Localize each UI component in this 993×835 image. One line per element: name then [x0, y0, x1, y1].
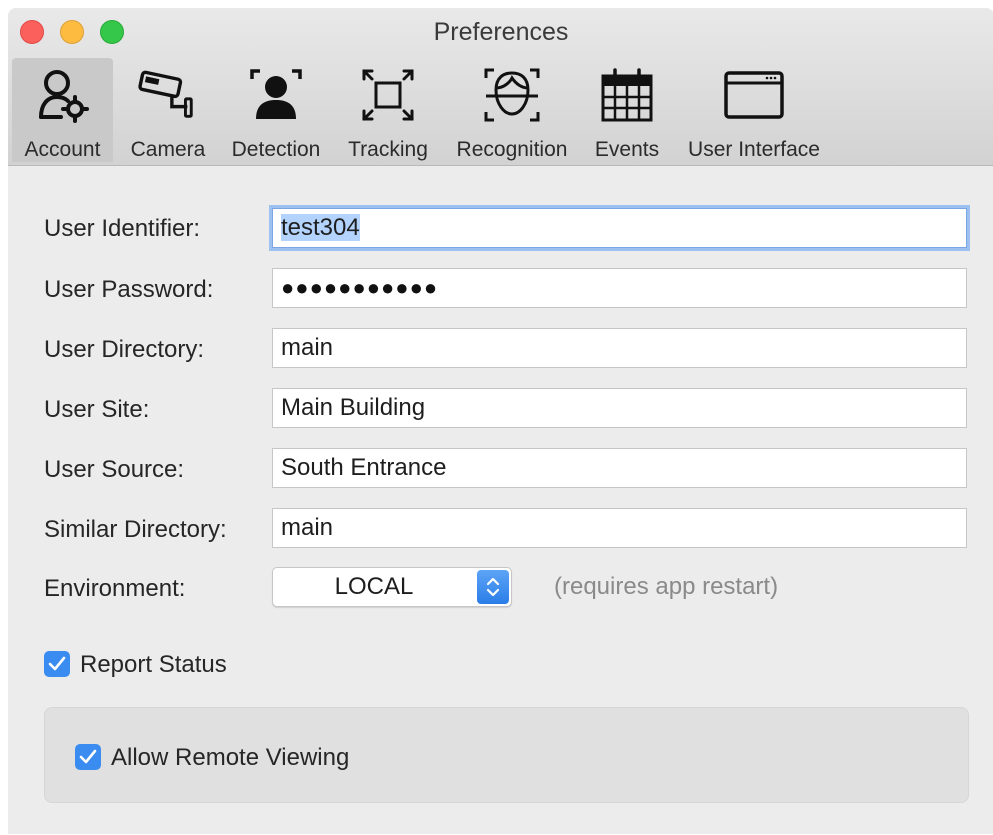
- allow-remote-viewing-label[interactable]: Allow Remote Viewing: [111, 744, 349, 772]
- toolbar-label-events: Events: [594, 138, 660, 161]
- allow-remote-viewing-checkbox[interactable]: [75, 744, 101, 770]
- user-password-label: User Password:: [44, 276, 214, 303]
- toolbar-tab-camera[interactable]: Camera: [120, 58, 216, 162]
- user-identifier-value: test304: [281, 214, 360, 241]
- user-source-field[interactable]: South Entrance: [272, 448, 967, 488]
- restart-hint: (requires app restart): [554, 573, 779, 600]
- toolbar-label-account: Account: [24, 138, 101, 161]
- checkmark-icon: [79, 749, 97, 764]
- person-detection-icon: [245, 64, 307, 126]
- report-status-label[interactable]: Report Status: [80, 651, 227, 679]
- tracking-frame-icon: [357, 64, 419, 126]
- window-icon: [723, 64, 785, 126]
- user-source-value: South Entrance: [281, 454, 447, 481]
- toolbar-tab-user-interface[interactable]: User Interface: [676, 58, 832, 162]
- similar-directory-field[interactable]: main: [272, 508, 967, 548]
- toolbar-tab-account[interactable]: Account: [12, 58, 113, 162]
- user-directory-label: User Directory:: [44, 336, 205, 363]
- environment-value: LOCAL: [334, 573, 414, 600]
- user-password-field[interactable]: ●●●●●●●●●●●: [272, 268, 967, 308]
- up-down-chevron-icon: [477, 570, 509, 604]
- account-gear-icon: [32, 64, 94, 126]
- user-directory-field[interactable]: main: [272, 328, 967, 368]
- report-status-checkbox[interactable]: [44, 651, 70, 677]
- window-title: Preferences: [433, 18, 569, 46]
- toolbar-label-detection: Detection: [231, 138, 321, 161]
- toolbar-tab-events[interactable]: Events: [586, 58, 668, 162]
- toolbar-tab-recognition[interactable]: Recognition: [448, 58, 576, 162]
- face-recognition-icon: [481, 64, 543, 126]
- toolbar-tab-tracking[interactable]: Tracking: [340, 58, 436, 162]
- user-identifier-label: User Identifier:: [44, 215, 201, 242]
- checkmark-icon: [48, 656, 66, 671]
- environment-label: Environment:: [44, 575, 186, 602]
- preferences-window: Preferences Account Camera Detection Tra…: [8, 8, 993, 834]
- user-source-label: User Source:: [44, 456, 185, 483]
- calendar-icon: [596, 64, 658, 126]
- user-site-field[interactable]: Main Building: [272, 388, 967, 428]
- title-bar: Preferences Account Camera Detection Tra…: [8, 8, 993, 166]
- toolbar-label-user-interface: User Interface: [688, 138, 820, 161]
- user-site-label: User Site:: [44, 396, 150, 423]
- toolbar-tab-detection[interactable]: Detection: [222, 58, 330, 162]
- user-site-value: Main Building: [281, 394, 426, 421]
- toolbar-label-camera: Camera: [130, 138, 206, 161]
- password-mask: ●●●●●●●●●●●: [281, 275, 439, 300]
- security-camera-icon: [137, 64, 199, 126]
- environment-popup[interactable]: LOCAL: [272, 567, 512, 607]
- toolbar-label-tracking: Tracking: [348, 138, 428, 161]
- similar-directory-label: Similar Directory:: [44, 516, 227, 543]
- user-directory-value: main: [281, 334, 334, 361]
- toolbar-label-recognition: Recognition: [456, 138, 568, 161]
- user-identifier-field[interactable]: test304: [272, 208, 967, 248]
- similar-directory-value: main: [281, 514, 334, 541]
